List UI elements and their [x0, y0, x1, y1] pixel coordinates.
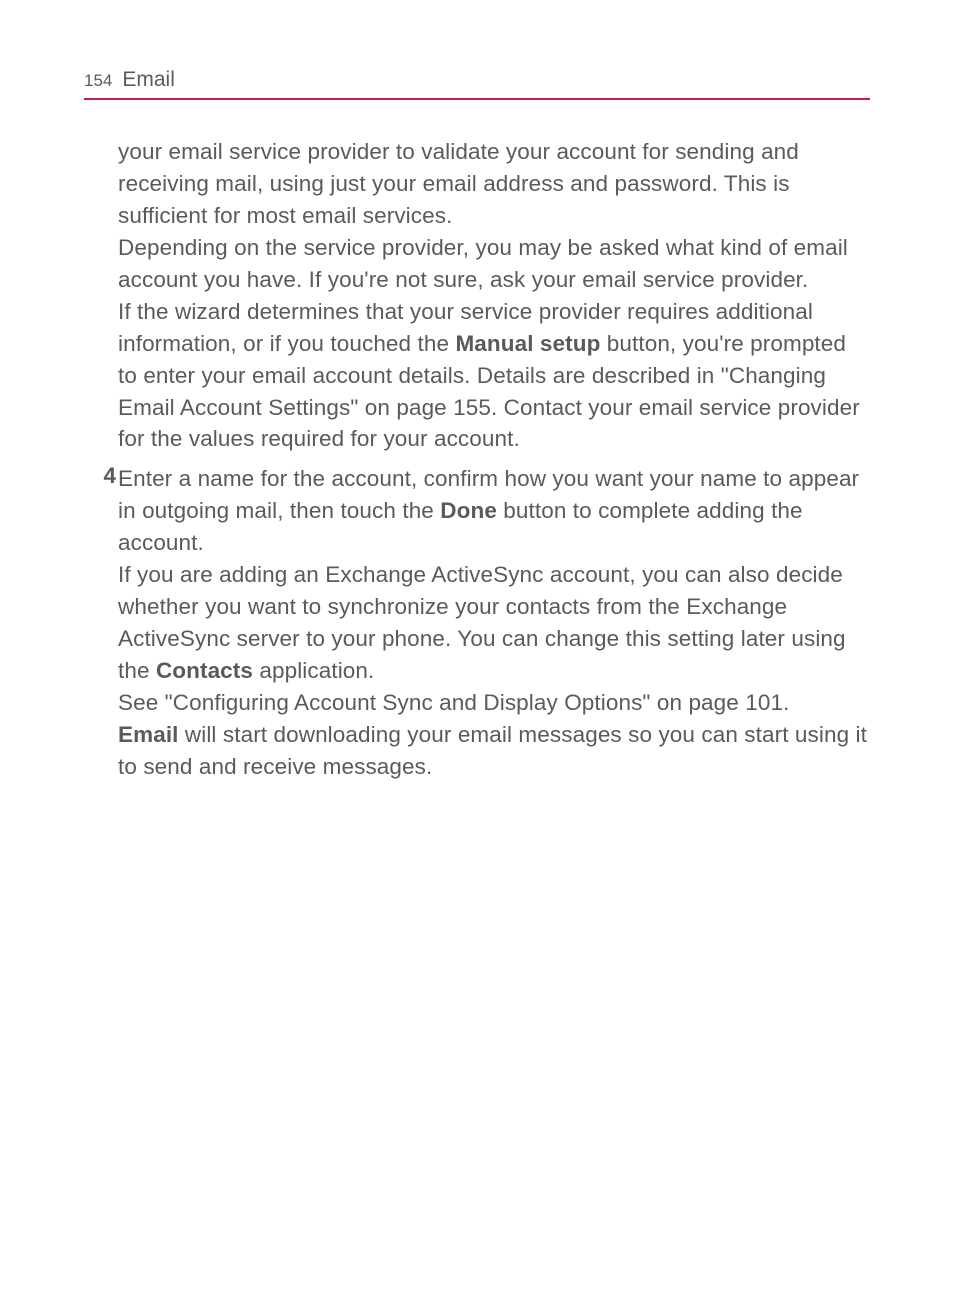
paragraph: See "Configuring Account Sync and Displa…: [118, 687, 870, 719]
bold-text: Manual setup: [455, 331, 600, 356]
page-header: 154 Email: [84, 68, 870, 100]
step-body: Enter a name for the account, confirm ho…: [118, 463, 870, 782]
section-title: Email: [122, 68, 175, 92]
bold-text: Done: [440, 498, 497, 523]
step-number: 4: [96, 463, 116, 489]
bold-text: Contacts: [156, 658, 253, 683]
page-number: 154: [84, 71, 112, 91]
continuation-paragraphs: your email service provider to validate …: [118, 136, 870, 455]
paragraph: your email service provider to validate …: [118, 136, 870, 232]
step-4: 4 Enter a name for the account, confirm …: [118, 463, 870, 782]
text-run: application.: [253, 658, 374, 683]
paragraph: Email will start downloading your email …: [118, 719, 870, 783]
paragraph: If you are adding an Exchange ActiveSync…: [118, 559, 870, 687]
paragraph: Depending on the service provider, you m…: [118, 232, 870, 296]
page-content: your email service provider to validate …: [84, 136, 870, 783]
paragraph: Enter a name for the account, confirm ho…: [118, 463, 870, 559]
paragraph: If the wizard determines that your servi…: [118, 296, 870, 456]
bold-text: Email: [118, 722, 179, 747]
text-run: will start downloading your email messag…: [118, 722, 867, 779]
